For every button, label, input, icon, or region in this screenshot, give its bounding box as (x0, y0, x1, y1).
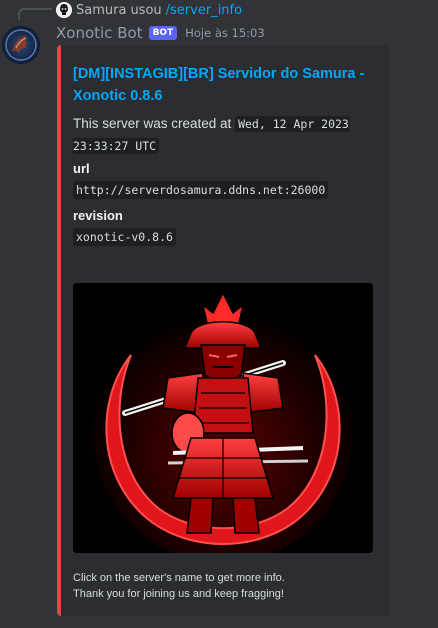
embed-description: This server was created at Wed, 12 Apr 2… (73, 113, 378, 157)
message-timestamp: Hoje às 15:03 (185, 26, 265, 40)
description-text: This server was created at (73, 116, 232, 131)
server-info-embed: [DM][INSTAGIB][BR] Servidor do Samura - … (57, 45, 389, 616)
field-url-name: url (73, 161, 90, 176)
footer-line-1: Click on the server's name to get more i… (73, 572, 285, 584)
reply-verb: usou (130, 2, 162, 18)
author-name[interactable]: Xonotic Bot (56, 24, 143, 42)
reply-username[interactable]: Samura (76, 3, 126, 18)
field-url-value: http://serverdosamura.ddns.net:26000 (73, 181, 329, 199)
reply-command-link[interactable]: /server_info (166, 3, 242, 18)
field-revision-value: xonotic-v0.8.6 (73, 228, 176, 246)
message-header: Xonotic Bot BOT Hoje às 15:03 (56, 23, 265, 43)
field-revision-name: revision (73, 208, 123, 223)
footer-line-2: Thank you for joining us and keep fraggi… (73, 588, 284, 600)
reply-spine (18, 8, 52, 20)
embed-footer: Click on the server's name to get more i… (73, 570, 383, 602)
samurai-crescent-image[interactable] (73, 283, 373, 553)
embed-title-link[interactable]: [DM][INSTAGIB][BR] Servidor do Samura - … (73, 63, 373, 107)
reply-reference[interactable]: Samura usou /server_info (56, 1, 242, 19)
samura-avatar-icon[interactable] (56, 2, 72, 18)
xonotic-bot-avatar-icon[interactable] (2, 26, 40, 64)
bot-badge: BOT (148, 26, 178, 40)
